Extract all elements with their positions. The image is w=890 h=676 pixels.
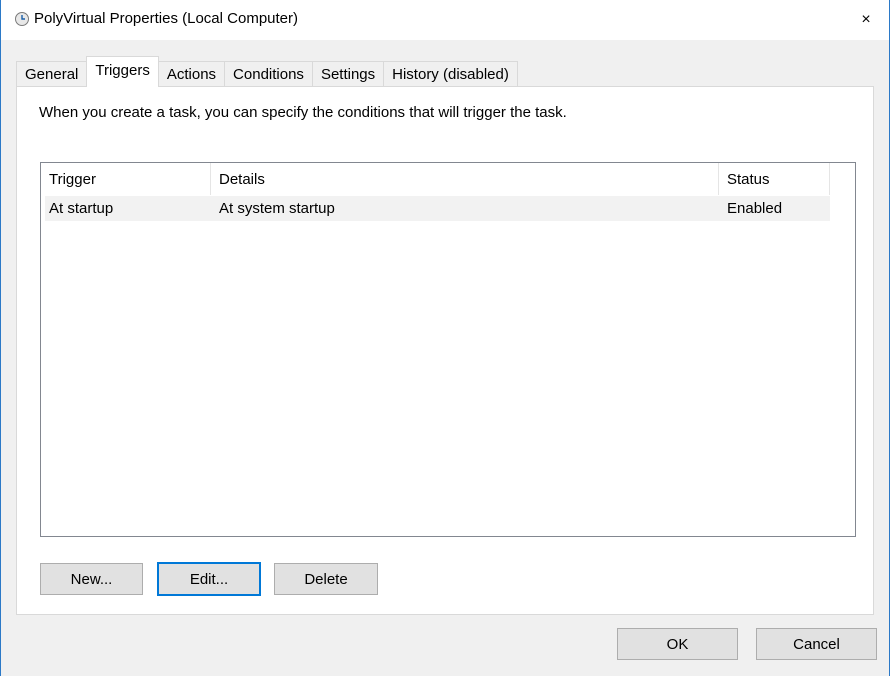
column-header-status[interactable]: Status: [719, 163, 830, 195]
list-header: Trigger Details Status: [41, 163, 830, 195]
details-cell: At system startup: [219, 200, 335, 217]
tab-general[interactable]: General: [16, 61, 88, 87]
new-button[interactable]: New...: [40, 563, 143, 595]
ok-button[interactable]: OK: [617, 628, 738, 660]
tab-history[interactable]: History (disabled): [383, 61, 518, 87]
close-button[interactable]: ×: [843, 0, 889, 40]
status-cell: Enabled: [727, 200, 783, 217]
triggers-panel: When you create a task, you can specify …: [16, 86, 874, 615]
tab-triggers[interactable]: Triggers: [86, 56, 159, 87]
trigger-cell: At startup: [49, 200, 114, 217]
panel-description: When you create a task, you can specify …: [39, 104, 567, 121]
properties-dialog: PolyVirtual Properties (Local Computer) …: [0, 0, 890, 676]
tab-settings[interactable]: Settings: [311, 61, 385, 87]
clock-icon: [15, 12, 29, 26]
triggers-list[interactable]: Trigger Details Status At startup At sys…: [40, 162, 856, 537]
tab-actions[interactable]: Actions: [157, 61, 226, 87]
table-row[interactable]: At startup At system startup Enabled: [45, 196, 830, 221]
cancel-button[interactable]: Cancel: [756, 628, 877, 660]
delete-button[interactable]: Delete: [274, 563, 378, 595]
tab-strip: General Triggers Actions Conditions Sett…: [16, 56, 518, 87]
title-bar[interactable]: PolyVirtual Properties (Local Computer) …: [1, 0, 889, 40]
window-title: PolyVirtual Properties (Local Computer): [34, 10, 299, 27]
tab-conditions[interactable]: Conditions: [224, 61, 313, 87]
edit-button[interactable]: Edit...: [157, 562, 261, 596]
column-header-trigger[interactable]: Trigger: [41, 163, 211, 195]
column-header-details[interactable]: Details: [211, 163, 719, 195]
